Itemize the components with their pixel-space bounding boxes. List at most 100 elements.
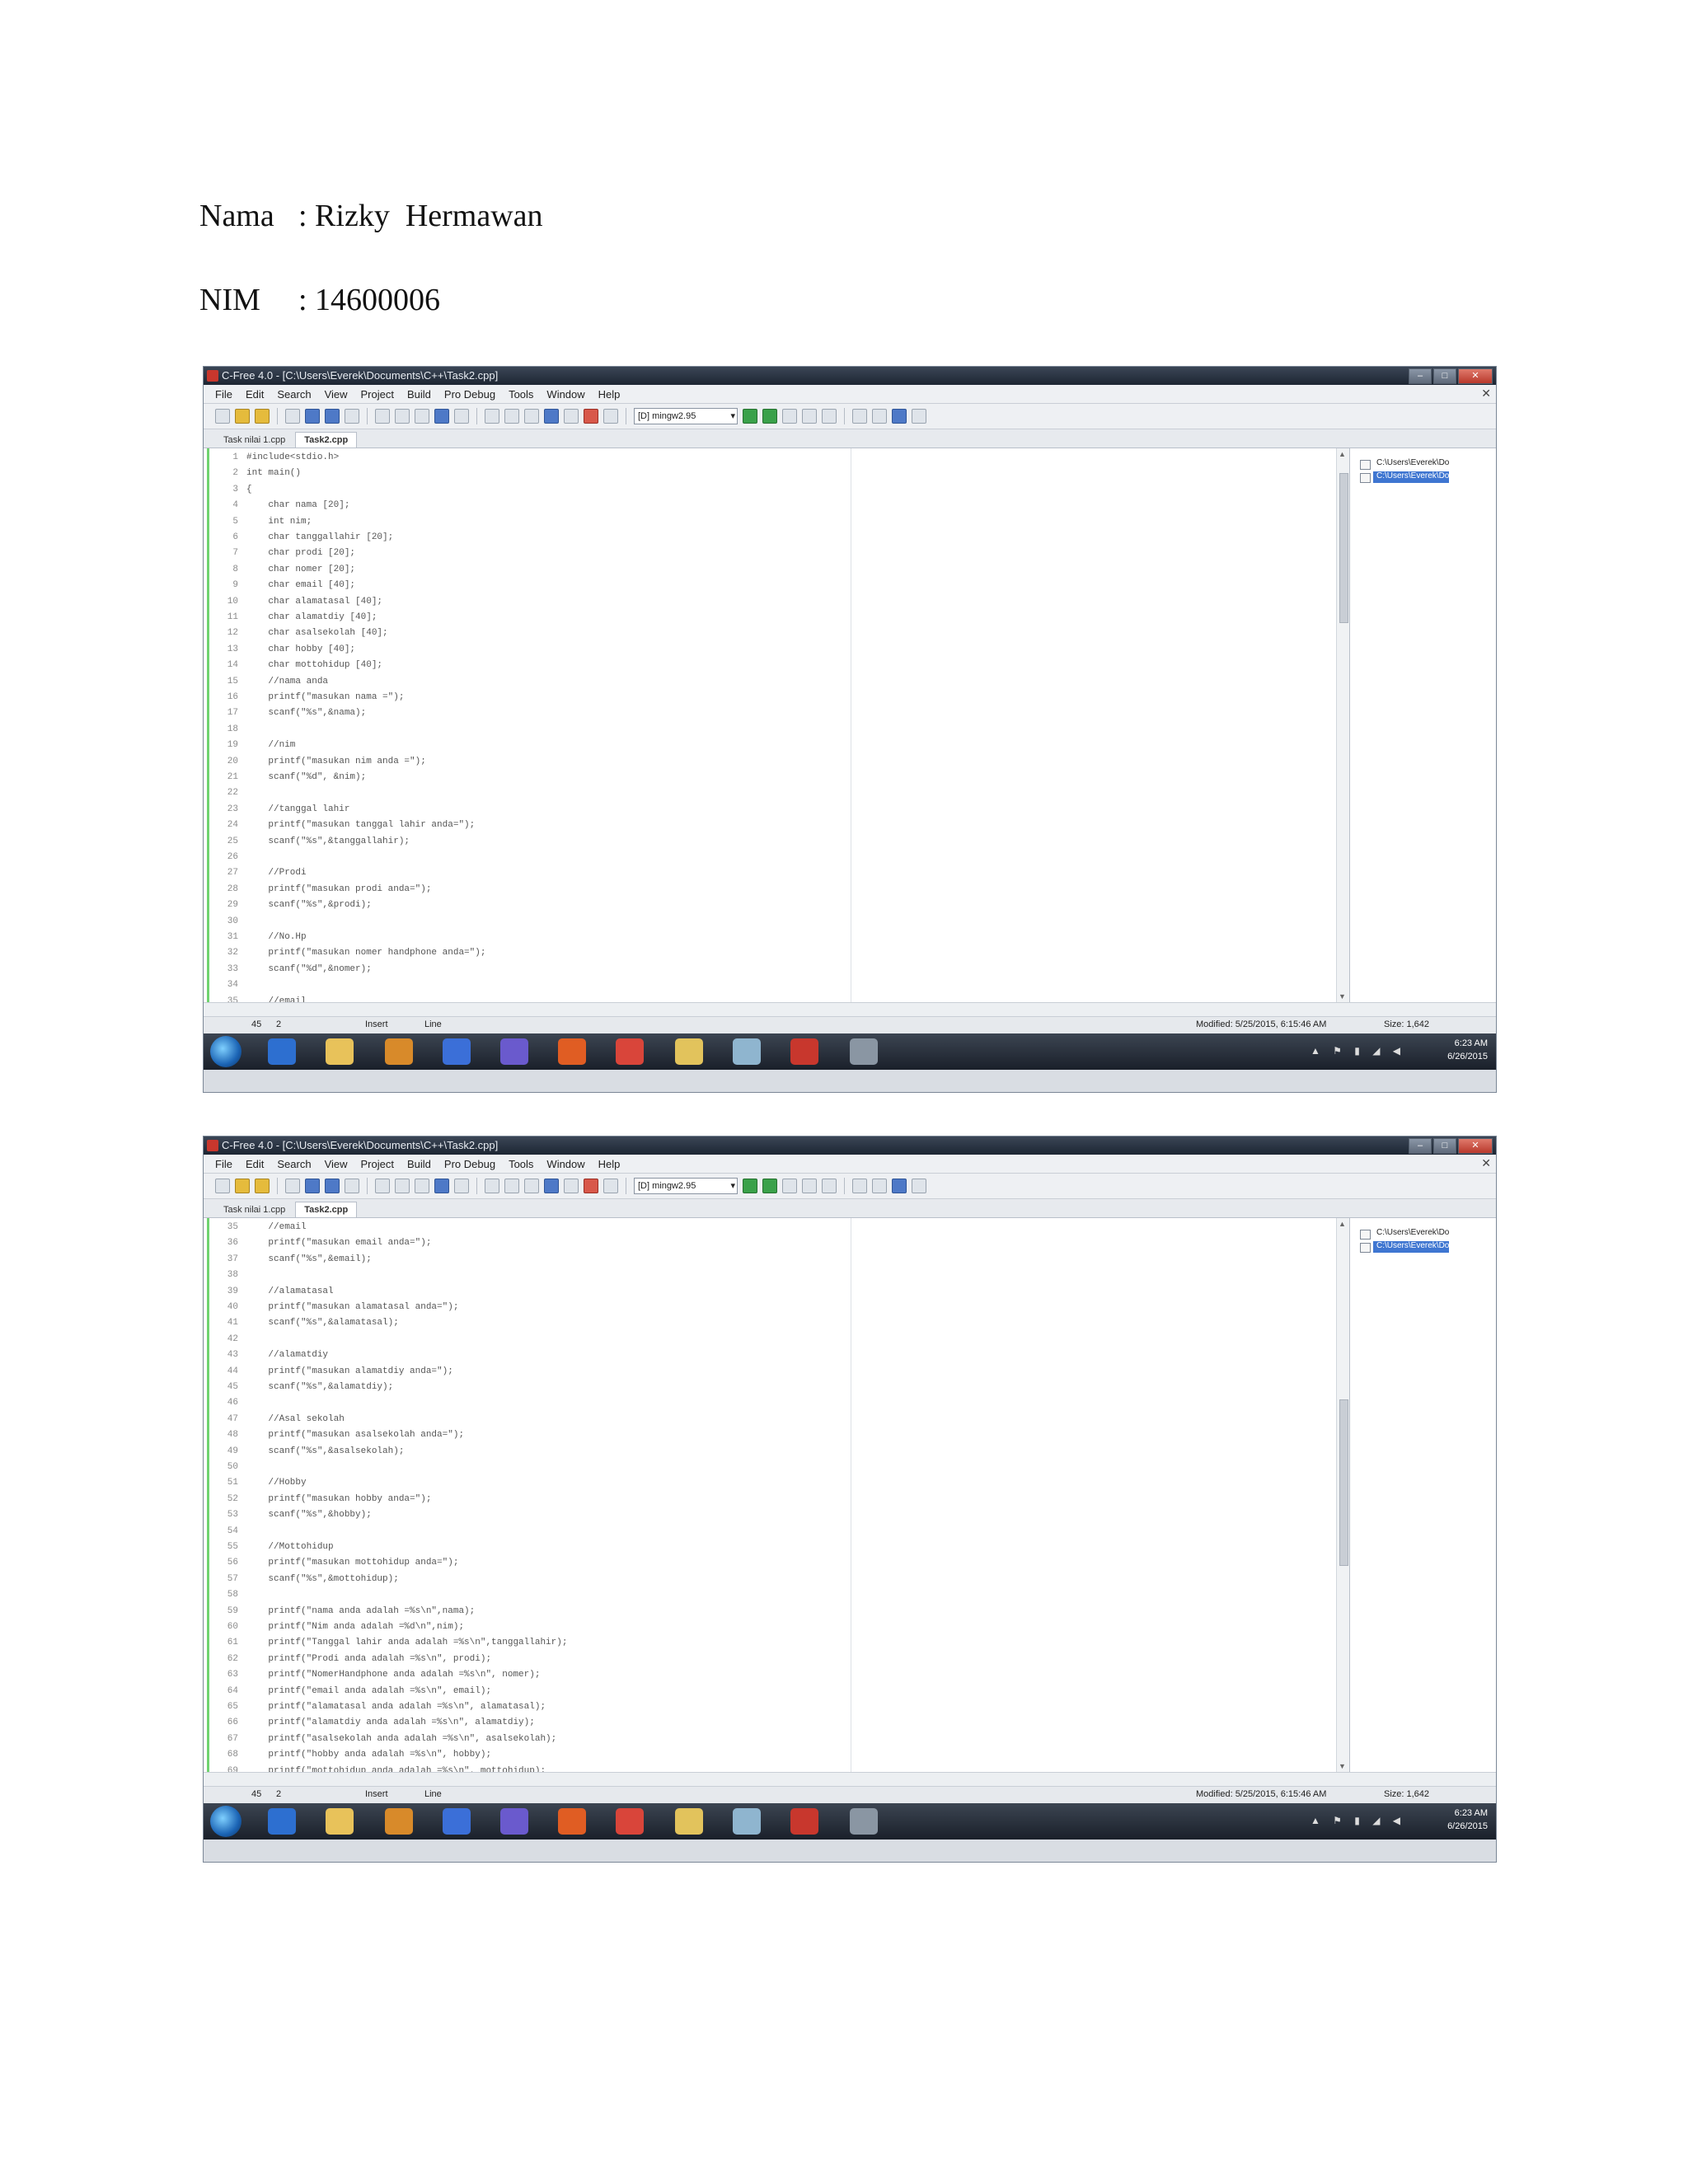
menu-build[interactable]: Build bbox=[407, 388, 431, 401]
editor-horizontal-scrollbar[interactable] bbox=[204, 1002, 1496, 1016]
menu-search[interactable]: Search bbox=[277, 1158, 311, 1170]
find-next-icon[interactable] bbox=[504, 1179, 519, 1193]
build-icon[interactable] bbox=[802, 409, 817, 424]
info-icon[interactable] bbox=[912, 1179, 926, 1193]
file-tree-item-selected[interactable]: C:\Users\Everek\Do bbox=[1373, 1241, 1450, 1253]
redo-icon[interactable] bbox=[454, 1179, 469, 1193]
system-tray-icons[interactable]: ▲ ⚑ ▮ ◢ ◀ bbox=[1311, 1045, 1405, 1057]
replace-icon[interactable] bbox=[524, 409, 539, 424]
goto-icon[interactable] bbox=[544, 409, 559, 424]
copy-icon[interactable] bbox=[395, 409, 410, 424]
settings-icon[interactable] bbox=[872, 1179, 887, 1193]
close-button[interactable]: ✕ bbox=[1458, 368, 1493, 384]
run-icon[interactable] bbox=[762, 1179, 777, 1193]
run-icon[interactable] bbox=[762, 409, 777, 424]
save-all-icon[interactable] bbox=[325, 1179, 340, 1193]
menu-build[interactable]: Build bbox=[407, 1158, 431, 1170]
replace-icon[interactable] bbox=[524, 1179, 539, 1193]
new-file-icon[interactable] bbox=[215, 409, 230, 424]
undo-icon[interactable] bbox=[434, 409, 449, 424]
tools-icon[interactable] bbox=[850, 1038, 878, 1065]
save-icon[interactable] bbox=[305, 409, 320, 424]
chrome-icon[interactable] bbox=[616, 1808, 644, 1835]
media-player-icon[interactable] bbox=[385, 1808, 413, 1835]
notes-icon[interactable] bbox=[733, 1808, 761, 1835]
find-icon[interactable] bbox=[485, 409, 499, 424]
rebuild-icon[interactable] bbox=[822, 1179, 837, 1193]
code-editor[interactable]: 35 //email 36 printf("masukan email anda=… bbox=[204, 1218, 1337, 1772]
menu-file[interactable]: File bbox=[215, 388, 232, 401]
menu-file[interactable]: File bbox=[215, 1158, 232, 1170]
paste-icon[interactable] bbox=[415, 409, 429, 424]
internet-explorer-icon[interactable] bbox=[268, 1808, 296, 1835]
scroll-up-icon[interactable]: ▲ bbox=[1339, 1220, 1346, 1228]
open-folder-icon[interactable] bbox=[235, 1179, 250, 1193]
system-clock[interactable]: 6:23 AM 6/26/2015 bbox=[1447, 1807, 1488, 1833]
info-icon[interactable] bbox=[912, 409, 926, 424]
editor-vertical-scrollbar[interactable]: ▲ ▼ bbox=[1336, 448, 1350, 1002]
firefox-icon[interactable] bbox=[558, 1808, 586, 1835]
tab-task-nilai[interactable]: Task nilai 1.cpp bbox=[215, 1202, 294, 1217]
maximize-button[interactable]: □ bbox=[1433, 1138, 1456, 1154]
options-icon[interactable] bbox=[852, 1179, 867, 1193]
close-button[interactable]: ✕ bbox=[1458, 1138, 1493, 1154]
open-project-icon[interactable] bbox=[255, 1179, 270, 1193]
code-editor[interactable]: 1 #include<stdio.h> 2 int main() 3{4 char na… bbox=[204, 448, 1337, 1002]
stop-run-icon[interactable] bbox=[782, 409, 797, 424]
stop-run-icon[interactable] bbox=[782, 1179, 797, 1193]
scroll-up-icon[interactable]: ▲ bbox=[1339, 450, 1346, 458]
app-store-icon[interactable] bbox=[443, 1808, 471, 1835]
save-all-icon[interactable] bbox=[325, 409, 340, 424]
save-icon[interactable] bbox=[305, 1179, 320, 1193]
redo-icon[interactable] bbox=[454, 409, 469, 424]
media-player-icon[interactable] bbox=[385, 1038, 413, 1065]
new-file-icon[interactable] bbox=[215, 1179, 230, 1193]
firefox-icon[interactable] bbox=[558, 1038, 586, 1065]
menu-edit[interactable]: Edit bbox=[246, 388, 264, 401]
menu-pro-debug[interactable]: Pro Debug bbox=[444, 388, 495, 401]
new-window-icon[interactable] bbox=[285, 409, 300, 424]
help-icon[interactable] bbox=[892, 1179, 907, 1193]
format-icon[interactable] bbox=[564, 1179, 579, 1193]
tools-icon[interactable] bbox=[850, 1808, 878, 1835]
compiler-select[interactable]: [D] mingw2.95 bbox=[634, 408, 738, 424]
file-tree-item[interactable]: C:\Users\Everek\Do bbox=[1373, 458, 1449, 470]
bookmark-icon[interactable] bbox=[584, 409, 598, 424]
menu-pro-debug[interactable]: Pro Debug bbox=[444, 1158, 495, 1170]
cfree-taskbar-icon[interactable] bbox=[790, 1808, 818, 1835]
system-tray-icons[interactable]: ▲ ⚑ ▮ ◢ ◀ bbox=[1311, 1815, 1405, 1826]
menu-window[interactable]: Window bbox=[546, 388, 584, 401]
scroll-down-icon[interactable]: ▼ bbox=[1339, 1762, 1346, 1770]
menu-tools[interactable]: Tools bbox=[509, 1158, 533, 1170]
menu-tools[interactable]: Tools bbox=[509, 388, 533, 401]
folder-app-icon[interactable] bbox=[675, 1038, 703, 1065]
start-button[interactable] bbox=[210, 1806, 241, 1837]
editor-horizontal-scrollbar[interactable] bbox=[204, 1772, 1496, 1786]
build-icon[interactable] bbox=[802, 1179, 817, 1193]
stop-icon[interactable] bbox=[603, 1179, 618, 1193]
new-window-icon[interactable] bbox=[285, 1179, 300, 1193]
settings-icon[interactable] bbox=[872, 409, 887, 424]
tab-task2[interactable]: Task2.cpp bbox=[295, 1202, 358, 1217]
open-folder-icon[interactable] bbox=[235, 409, 250, 424]
file-explorer-icon[interactable] bbox=[326, 1808, 354, 1835]
visual-studio-icon[interactable] bbox=[500, 1038, 528, 1065]
scrollbar-thumb[interactable] bbox=[1339, 1399, 1348, 1566]
paste-icon[interactable] bbox=[415, 1179, 429, 1193]
menu-project[interactable]: Project bbox=[361, 388, 394, 401]
maximize-button[interactable]: □ bbox=[1433, 368, 1456, 384]
scroll-down-icon[interactable]: ▼ bbox=[1339, 992, 1346, 1001]
scrollbar-thumb[interactable] bbox=[1339, 473, 1348, 623]
visual-studio-icon[interactable] bbox=[500, 1808, 528, 1835]
options-icon[interactable] bbox=[852, 409, 867, 424]
goto-icon[interactable] bbox=[544, 1179, 559, 1193]
file-explorer-icon[interactable] bbox=[326, 1038, 354, 1065]
file-tree-item-selected[interactable]: C:\Users\Everek\Do bbox=[1373, 471, 1450, 483]
find-icon[interactable] bbox=[485, 1179, 499, 1193]
cut-icon[interactable] bbox=[375, 409, 390, 424]
chrome-icon[interactable] bbox=[616, 1038, 644, 1065]
system-clock[interactable]: 6:23 AM 6/26/2015 bbox=[1447, 1037, 1488, 1063]
bookmark-icon[interactable] bbox=[584, 1179, 598, 1193]
menu-help[interactable]: Help bbox=[598, 1158, 621, 1170]
compile-icon[interactable] bbox=[743, 409, 757, 424]
